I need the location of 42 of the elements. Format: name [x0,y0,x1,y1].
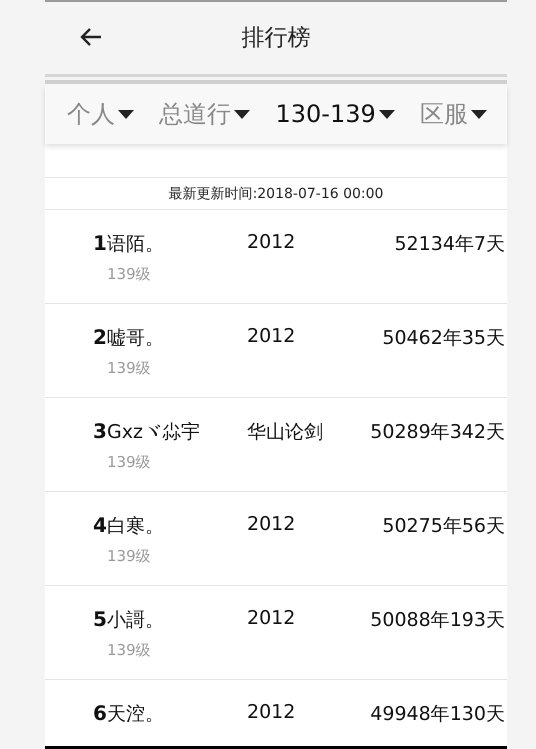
player-level: 139级 [107,641,152,660]
player-level: 139级 [107,265,152,284]
table-cell: 2012 [247,231,296,253]
player-name: 嘘哥。 [107,326,165,351]
rank-number: 1 [93,231,107,255]
ranking-row[interactable]: 1语陌。 139级 2012 52134年7天 [45,210,507,304]
score-value: 50088年193天 [370,609,505,631]
player-name: 白寒。 [107,514,165,539]
ranking-row[interactable]: 5小謌。 139级 2012 50088年193天 [45,586,507,680]
player-name: Gxzヾ尛宇 [107,420,201,445]
ranking-row[interactable]: 2嘘哥。 139级 2012 50462年35天 [45,304,507,398]
caret-down-icon [470,110,487,118]
caret-down-icon [234,110,250,118]
player-level: 139级 [107,359,152,378]
score-value: 50462年35天 [382,327,505,349]
player-name: 小謌。 [107,608,165,633]
back-arrow-icon [80,27,102,47]
ranking-row[interactable]: 3Gxzヾ尛宇 139级 华山论剑 50289年342天 [45,398,507,492]
filter-dropdown[interactable]: 130-139 [275,100,395,128]
score-value: 50289年342天 [370,421,505,443]
update-time: 最新更新时间:2018-07-16 00:00 [168,184,384,202]
player-level: 139级 [107,547,152,566]
rank-number: 6 [93,701,107,725]
rank-number: 2 [93,325,107,349]
rank-number: 3 [93,419,107,443]
score-value: 52134年7天 [394,233,505,255]
ranking-row[interactable]: 4白寒。 139级 2012 50275年56天 [45,492,507,586]
rank-number: 4 [93,513,107,537]
rank-number: 5 [93,607,107,631]
player-name: 语陌。 [107,232,165,257]
caret-down-icon [118,110,134,118]
table-cell: 华山论剑 [247,421,323,443]
score-value: 49948年130天 [370,703,505,725]
player-level: 139级 [107,453,152,472]
caret-down-icon [378,110,395,118]
player-name: 天涳。 [107,702,165,727]
table-cell: 2012 [247,607,296,629]
table-cell: 2012 [247,513,296,535]
score-value: 50275年56天 [382,515,505,537]
table-cell: 2012 [247,701,296,723]
table-cell: 2012 [247,325,296,347]
page-title: 排行榜 [242,24,310,52]
